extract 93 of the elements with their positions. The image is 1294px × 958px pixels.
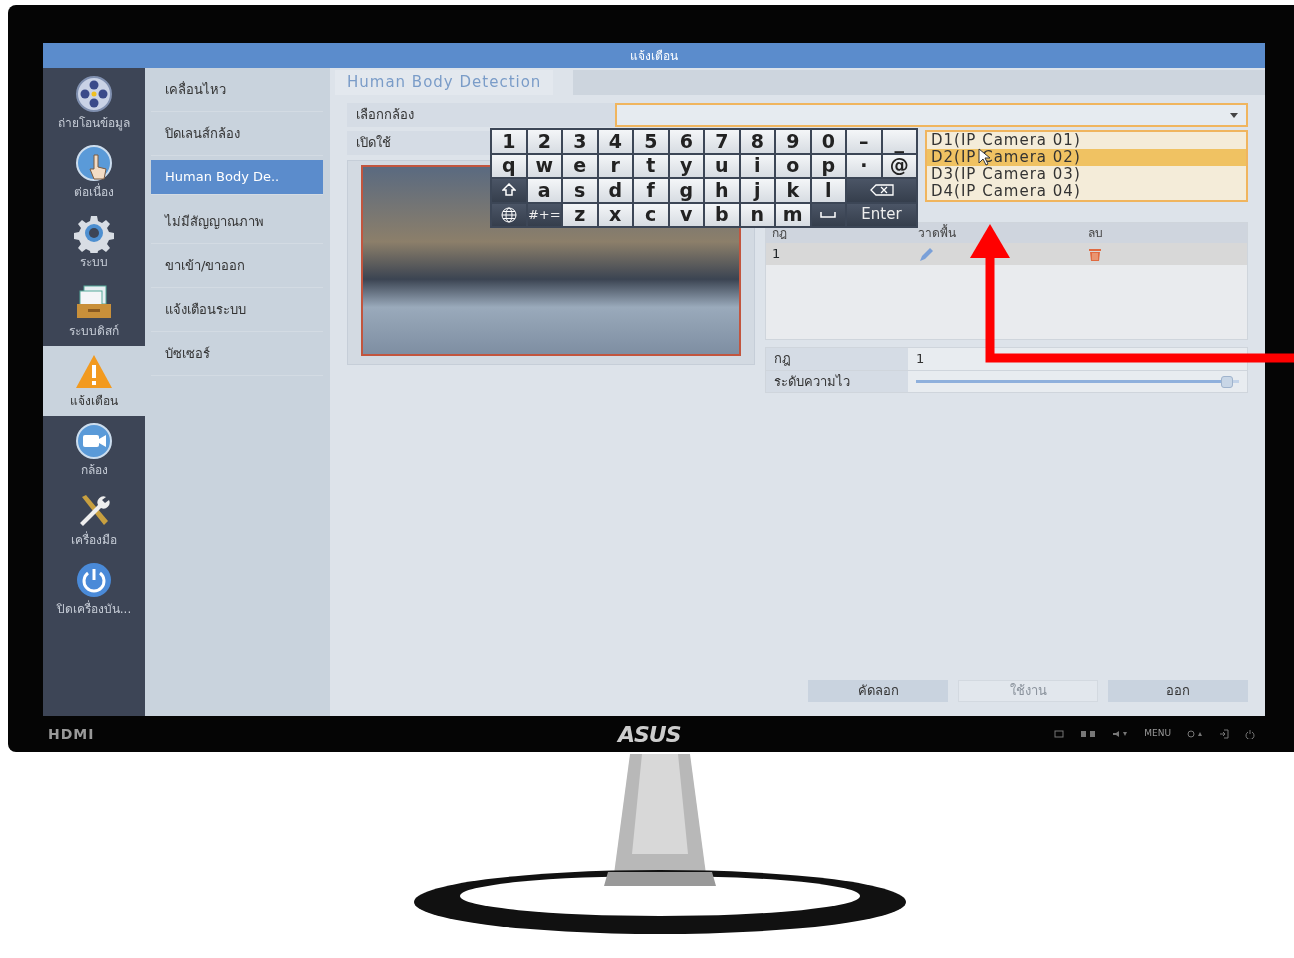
space-icon (820, 211, 837, 218)
keyboard-key[interactable]: v (669, 203, 703, 226)
input-label: HDMI (48, 724, 95, 744)
table-cell-text: 1 (771, 245, 782, 264)
dropdown-option[interactable]: D3(IP Camera 03) (927, 166, 1246, 183)
enter-key[interactable]: Enter (847, 203, 916, 226)
sidebar-item[interactable]: ระบบ (43, 207, 145, 277)
globe-icon (500, 206, 517, 223)
keyboard-key[interactable]: 6 (669, 130, 703, 153)
keyboard-key[interactable]: 4 (598, 130, 632, 153)
caret-icon (1230, 112, 1238, 118)
submenu-item[interactable]: แจ้งเตือนระบบ (151, 288, 323, 332)
keyboard-key[interactable]: 0 (811, 130, 845, 153)
keyboard-key[interactable]: p (811, 154, 845, 177)
keyboard-key[interactable]: j (740, 179, 774, 202)
sidebar-item[interactable]: แจ้งเตือน (43, 346, 145, 416)
keyboard-key[interactable]: d (598, 179, 632, 202)
field-label: เลือกกล้อง (347, 103, 615, 127)
brightness-up-icon (1187, 730, 1203, 738)
keyboard-key[interactable]: o (776, 154, 810, 177)
dropdown-option[interactable]: D4(IP Camera 04) (927, 183, 1246, 200)
keyboard-key[interactable]: 8 (740, 130, 774, 153)
sidebar-item[interactable]: ปิดเครื่องบัน... (43, 554, 145, 624)
keyboard-key[interactable]: r (598, 154, 632, 177)
shift-icon (501, 183, 516, 198)
exit-icon (1219, 729, 1229, 739)
space-key[interactable] (811, 203, 845, 226)
volume-down-icon (1112, 730, 1129, 738)
keyboard-key[interactable]: 2 (527, 130, 561, 153)
brand-logo: ASUS (618, 720, 681, 749)
keyboard-key[interactable]: m (776, 203, 810, 226)
submenu-item[interactable]: ปิดเลนส์กล้อง (151, 112, 323, 156)
keyboard-key[interactable]: e (563, 154, 597, 177)
keyboard-key[interactable]: #+= (527, 203, 561, 226)
keyboard-key[interactable]: 9 (776, 130, 810, 153)
keyboard-key[interactable]: a (527, 179, 561, 202)
keyboard-key[interactable]: _ (882, 130, 916, 153)
sidebar-item[interactable]: กล้อง (43, 415, 145, 485)
submenu-item[interactable]: ไม่มีสัญญาณภาพ (151, 200, 323, 244)
keyboard-key[interactable]: · (847, 154, 881, 177)
keyboard-key[interactable]: l (811, 179, 845, 202)
video-camera-icon (74, 421, 114, 462)
keyboard-key[interactable]: u (705, 154, 739, 177)
monitor-button-label: MENU (1144, 727, 1171, 741)
keyboard-key[interactable]: 7 (705, 130, 739, 153)
slider-thumb[interactable] (1220, 375, 1233, 388)
keyboard-key[interactable]: z (563, 203, 597, 226)
power-icon (1245, 729, 1255, 739)
sidebar-item[interactable]: เครื่องมือ (43, 485, 145, 555)
shift-key[interactable] (492, 179, 526, 202)
trash-icon (1088, 247, 1102, 262)
keyboard-key[interactable]: – (847, 130, 881, 153)
submenu-item[interactable]: ขาเข้า/ขาออก (151, 244, 323, 288)
pencil-icon (918, 246, 934, 263)
keyboard-key[interactable]: b (705, 203, 739, 226)
film-reel-icon (74, 73, 114, 114)
window-title: แจ้งเตือน (43, 43, 1265, 68)
column-header: กฎ (771, 225, 788, 242)
keyboard-key[interactable]: f (634, 179, 668, 202)
keyboard-key[interactable]: 1 (492, 130, 526, 153)
keyboard-key[interactable]: g (669, 179, 703, 202)
keyboard-key[interactable]: 5 (634, 130, 668, 153)
keyboard-key[interactable]: 3 (563, 130, 597, 153)
language-key[interactable] (492, 203, 526, 226)
mode-icon (1080, 730, 1097, 738)
keyboard-key[interactable]: s (563, 179, 597, 202)
dropdown-option[interactable]: D1(IP Camera 01) (927, 132, 1246, 149)
keyboard-key[interactable]: x (598, 203, 632, 226)
sidebar-item[interactable]: ระบบดิสก์ (43, 276, 145, 346)
keyboard-key[interactable]: y (669, 154, 703, 177)
backspace-key[interactable] (847, 179, 916, 202)
input-icon (1054, 730, 1065, 738)
keyboard-key[interactable]: q (492, 154, 526, 177)
keyboard-key[interactable]: t (634, 154, 668, 177)
backspace-icon (869, 184, 894, 197)
touch-hand-icon (74, 143, 114, 184)
footer-button[interactable]: ออก (1108, 680, 1248, 702)
keyboard-key[interactable]: h (705, 179, 739, 202)
column-header: วาดพื้น (918, 224, 957, 242)
keyboard-key[interactable]: @ (882, 154, 916, 177)
submenu-item[interactable]: เคลื่อนไหว (151, 68, 323, 112)
property-label: ระดับความไว (766, 371, 908, 392)
footer-button[interactable]: คัดลอก (808, 680, 948, 702)
keyboard-key[interactable]: n (740, 203, 774, 226)
keyboard-key[interactable]: i (740, 154, 774, 177)
property-label: กฎ (766, 348, 908, 370)
submenu-item[interactable]: บัซเซอร์ (151, 332, 323, 376)
sidebar-item[interactable]: ถ่ายโอนข้อมูล (43, 68, 145, 138)
keyboard-key[interactable]: c (634, 203, 668, 226)
keyboard-key[interactable]: k (776, 179, 810, 202)
sidebar-item[interactable]: ต่อเนื่อง (43, 137, 145, 207)
column-header: ลบ (1088, 225, 1104, 242)
keyboard-key[interactable]: w (527, 154, 561, 177)
